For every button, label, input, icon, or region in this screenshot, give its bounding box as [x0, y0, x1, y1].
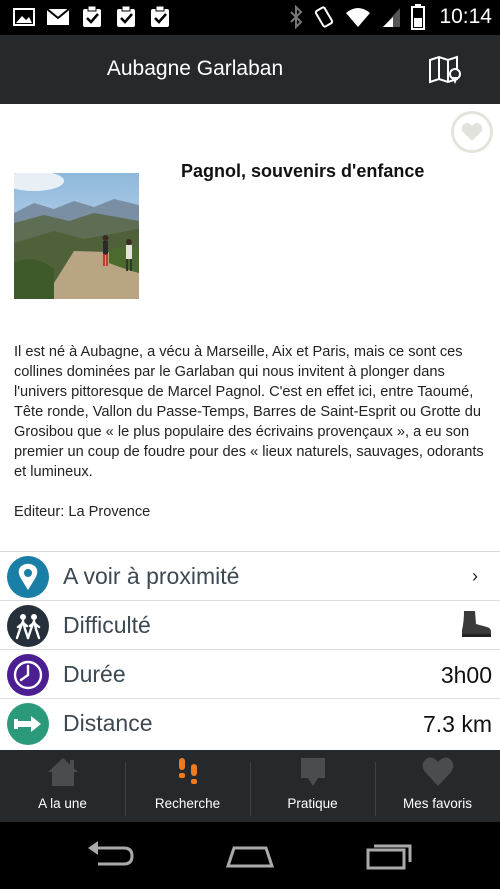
- tab-practical[interactable]: Pratique: [250, 750, 375, 822]
- wifi-icon: [346, 8, 371, 27]
- boot-icon: [462, 611, 491, 637]
- vibrate-icon: [315, 6, 334, 28]
- tab-label: Pratique: [287, 796, 338, 811]
- nearby-row[interactable]: A voir à proximité ›: [0, 552, 500, 601]
- arrow-right-icon: [7, 703, 49, 745]
- hikers-icon: [7, 605, 49, 647]
- clock-icon: [7, 654, 49, 696]
- status-bar: 10:14: [0, 0, 500, 35]
- clipboard-check-icon: [151, 6, 169, 27]
- page-title: Pagnol, souvenirs d'enfance: [181, 161, 425, 181]
- battery-icon: [411, 4, 426, 30]
- tab-home[interactable]: A la une: [0, 750, 125, 822]
- image-icon: [13, 8, 35, 26]
- chevron-right-icon: ›: [472, 566, 478, 586]
- heart-icon: [461, 122, 483, 141]
- recents-icon[interactable]: [364, 838, 416, 872]
- signal-icon: [383, 8, 401, 27]
- duration-row: Durée 3h00: [0, 650, 500, 699]
- info-list: A voir à proximité › Difficulté Durée 3h…: [0, 551, 500, 748]
- duration-value: 3h00: [440, 662, 492, 688]
- row-label: A voir à proximité: [63, 563, 240, 589]
- tab-label: A la une: [38, 796, 87, 811]
- distance-value: 7.3 km: [422, 711, 492, 737]
- bottom-tab-bar: A la une Recherche Pratique Mes favoris: [0, 750, 500, 822]
- description-text: Il est né à Aubagne, a vécu à Marseille,…: [14, 344, 484, 480]
- editor-text: Editeur: La Provence: [14, 504, 151, 520]
- mail-icon: [46, 8, 70, 25]
- back-icon[interactable]: [84, 838, 136, 872]
- tab-label: Mes favoris: [402, 796, 473, 811]
- home-nav-icon[interactable]: [224, 838, 276, 872]
- bluetooth-icon: [290, 5, 303, 29]
- location-pin-icon: [7, 556, 49, 598]
- heart-icon: [422, 757, 453, 786]
- footprints-icon: [178, 758, 197, 784]
- notification-icons: [12, 6, 172, 28]
- distance-row: Distance 7.3 km: [0, 699, 500, 748]
- tab-search[interactable]: Recherche: [125, 750, 250, 822]
- map-pin-icon[interactable]: [428, 55, 462, 85]
- app-bar: Aubagne Garlaban: [0, 35, 500, 104]
- clipboard-check-icon: [83, 6, 101, 27]
- favorite-button[interactable]: [451, 111, 493, 153]
- system-icons: 10:14: [289, 4, 492, 30]
- hike-photo[interactable]: [14, 173, 139, 299]
- row-label: Durée: [63, 661, 126, 687]
- clipboard-check-icon: [117, 6, 135, 27]
- speech-bubble-icon: [300, 758, 325, 786]
- system-nav-bar: [0, 822, 500, 889]
- tab-favorites[interactable]: Mes favoris: [375, 750, 500, 822]
- difficulty-row: Difficulté: [0, 601, 500, 650]
- row-label: Distance: [63, 710, 153, 736]
- app-title: Aubagne Garlaban: [106, 57, 284, 80]
- tab-label: Recherche: [154, 796, 221, 811]
- home-icon: [47, 758, 78, 786]
- row-label: Difficulté: [63, 612, 151, 638]
- clock-time: 10:14: [439, 5, 492, 28]
